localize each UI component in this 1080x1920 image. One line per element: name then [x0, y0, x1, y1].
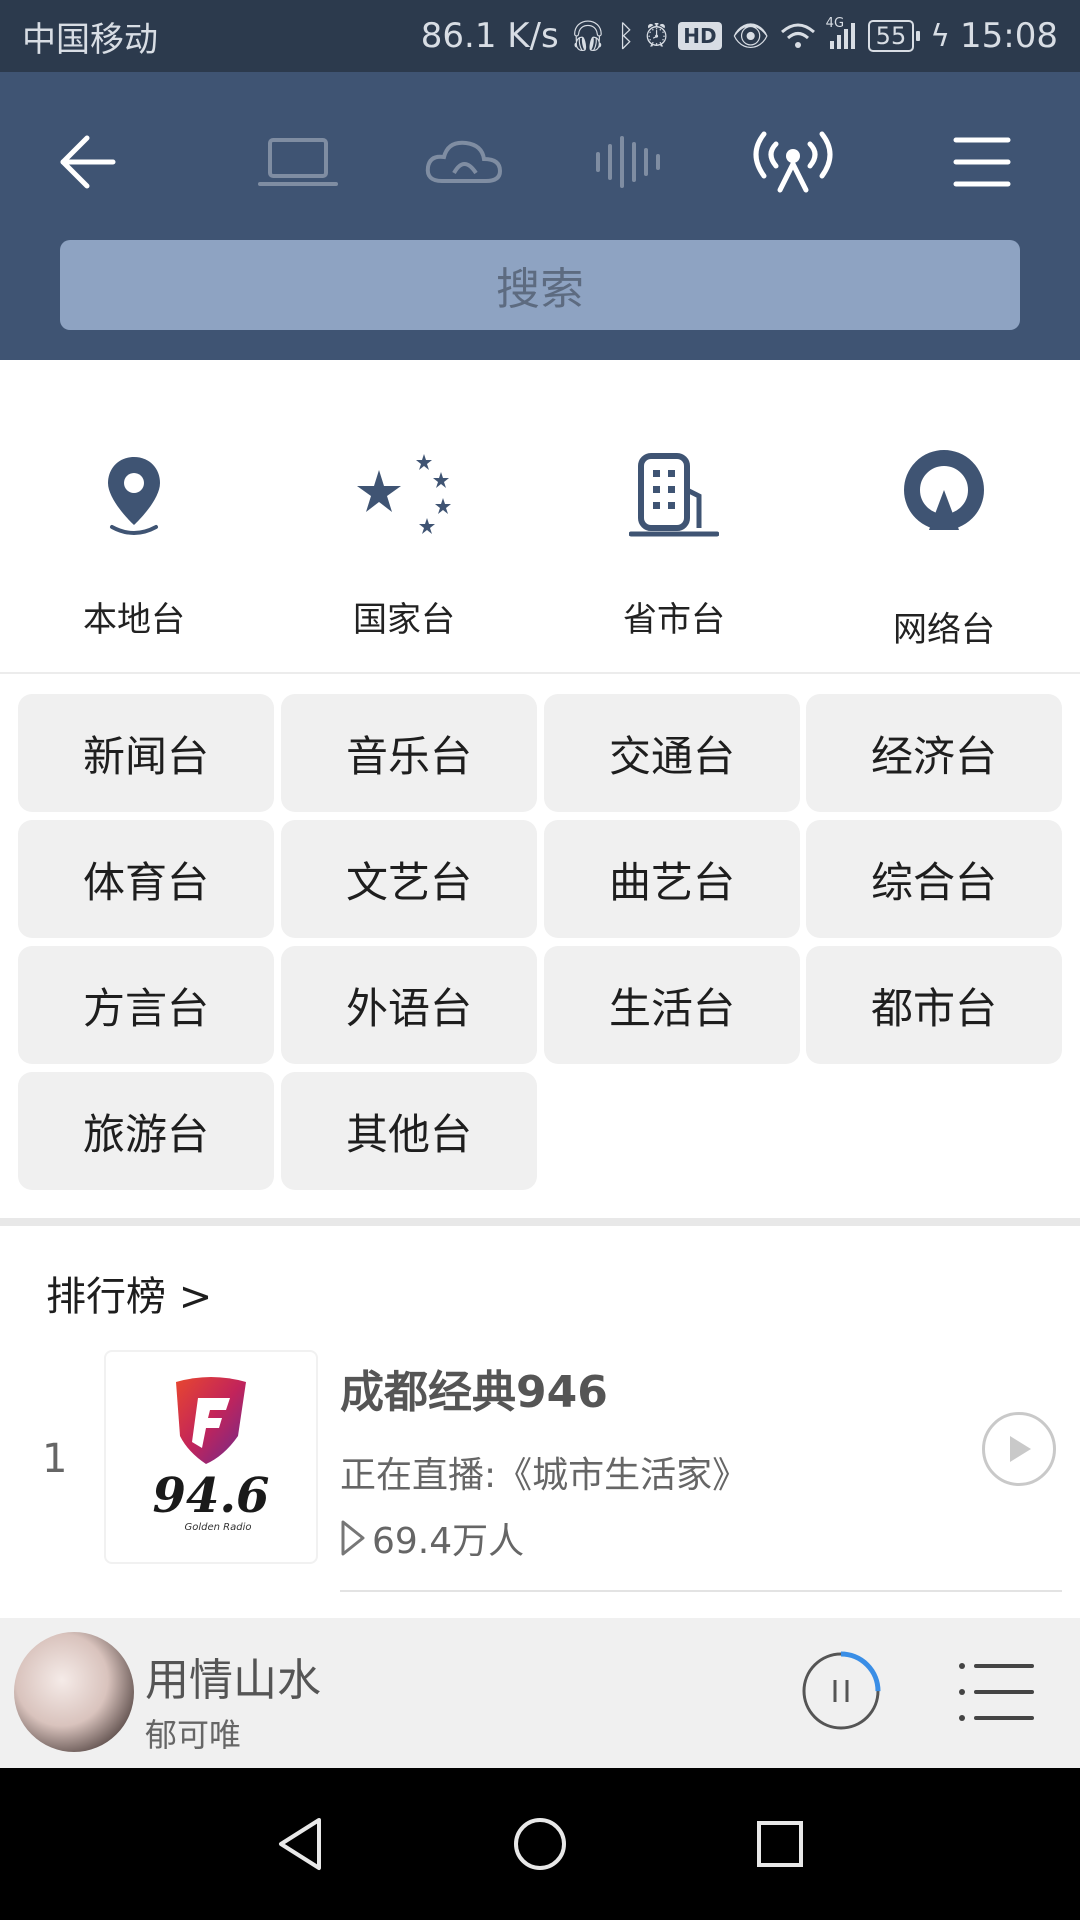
signal-icon: 4G: [826, 16, 858, 56]
status-bar: 中国移动 86.1 K/s 🎧︎ ᛒ ⏰︎ HD 👁︎ 4G 55 ϟ 15:0…: [0, 0, 1080, 72]
charging-icon: ϟ: [930, 18, 951, 54]
genre-button[interactable]: 都市台: [806, 946, 1062, 1064]
headphones-icon: 🎧︎: [568, 18, 607, 54]
battery-indicator: 55: [867, 20, 920, 52]
genre-button[interactable]: 旅游台: [18, 1072, 274, 1190]
network-type: 4G: [825, 16, 845, 31]
category-label: 网络台: [893, 610, 995, 650]
nav-back-icon[interactable]: [268, 1812, 332, 1876]
row-divider: [340, 1590, 1062, 1592]
nav-home-icon[interactable]: [508, 1812, 572, 1876]
search-input[interactable]: 搜索: [60, 240, 1020, 330]
genre-button[interactable]: 曲艺台: [544, 820, 800, 938]
logo-subtitle: Golden Radio: [185, 1522, 252, 1533]
category-label: 省市台: [623, 600, 725, 640]
cloud-icon[interactable]: [424, 127, 504, 197]
clock: 15:08: [960, 16, 1058, 56]
local-device-laptop-icon[interactable]: [258, 127, 338, 197]
wifi-icon: [780, 16, 816, 56]
location-pin-icon: [34, 440, 234, 550]
network-radio-icon: [844, 440, 1044, 550]
rank-number: 1: [42, 1436, 68, 1482]
genre-button[interactable]: 音乐台: [281, 694, 537, 812]
play-icon: [1010, 1436, 1031, 1462]
station-logo: 94.6 Golden Radio: [104, 1350, 318, 1564]
station-categories: 本地台 国家台 省市台 网络台: [0, 360, 1080, 674]
sound-wave-icon[interactable]: [592, 127, 666, 197]
genre-button[interactable]: 生活台: [544, 946, 800, 1064]
menu-icon[interactable]: [952, 127, 1012, 197]
mini-player[interactable]: 用情山水 郁可唯: [0, 1618, 1080, 1768]
listener-count-value: 69.4万人: [372, 1521, 525, 1562]
pause-button[interactable]: [800, 1650, 882, 1732]
network-speed: 86.1 K/s: [420, 16, 559, 56]
category-label: 本地台: [83, 600, 185, 640]
hd-badge: HD: [678, 22, 722, 50]
pause-icon: [833, 1680, 849, 1702]
genre-button[interactable]: 交通台: [544, 694, 800, 812]
station-name: 成都经典946: [340, 1367, 608, 1418]
play-button[interactable]: [982, 1412, 1056, 1486]
eye-icon: 👁︎: [731, 18, 770, 54]
app-header: 搜索: [0, 72, 1080, 360]
genre-button[interactable]: 其他台: [281, 1072, 537, 1190]
category-national[interactable]: 国家台: [304, 440, 504, 641]
nav-recents-icon[interactable]: [748, 1812, 812, 1876]
listeners-play-icon: [341, 1520, 365, 1556]
category-local[interactable]: 本地台: [34, 440, 234, 641]
national-stars-icon: [304, 440, 504, 550]
genre-button[interactable]: 文艺台: [281, 820, 537, 938]
genre-button[interactable]: 经济台: [806, 694, 1062, 812]
system-nav-bar: [0, 1768, 1080, 1920]
genre-button[interactable]: 体育台: [18, 820, 274, 938]
ranking-header-link[interactable]: 排行榜 >: [46, 1264, 212, 1322]
back-arrow-icon[interactable]: [52, 127, 122, 197]
category-provincial[interactable]: 省市台: [574, 440, 774, 641]
logo-number: 94.6: [153, 1468, 270, 1524]
ranking-row[interactable]: 1 94.6 Golden Radio 成都经典946 正在直播:《城市生活家》…: [0, 1346, 1080, 1596]
listener-count: 69.4万人: [340, 1512, 524, 1564]
genre-button[interactable]: 外语台: [281, 946, 537, 1064]
section-divider: [0, 1218, 1080, 1226]
carrier-label: 中国移动: [22, 19, 158, 60]
live-program: 正在直播:《城市生活家》: [340, 1455, 749, 1496]
alarm-icon: ⏰︎: [644, 18, 669, 54]
genre-button[interactable]: 新闻台: [18, 694, 274, 812]
song-title: 用情山水: [145, 1655, 321, 1706]
album-art[interactable]: [14, 1632, 134, 1752]
artist-name: 郁可唯: [145, 1716, 242, 1754]
radio-broadcast-icon[interactable]: [748, 127, 838, 197]
genre-button[interactable]: 方言台: [18, 946, 274, 1064]
genre-button[interactable]: 综合台: [806, 820, 1062, 938]
playlist-icon[interactable]: [958, 1660, 1036, 1724]
top-toolbar: [0, 72, 1080, 242]
bluetooth-icon: ᛒ: [616, 18, 635, 54]
building-icon: [574, 440, 774, 550]
category-label: 国家台: [353, 600, 455, 640]
category-internet[interactable]: 网络台: [844, 440, 1044, 651]
